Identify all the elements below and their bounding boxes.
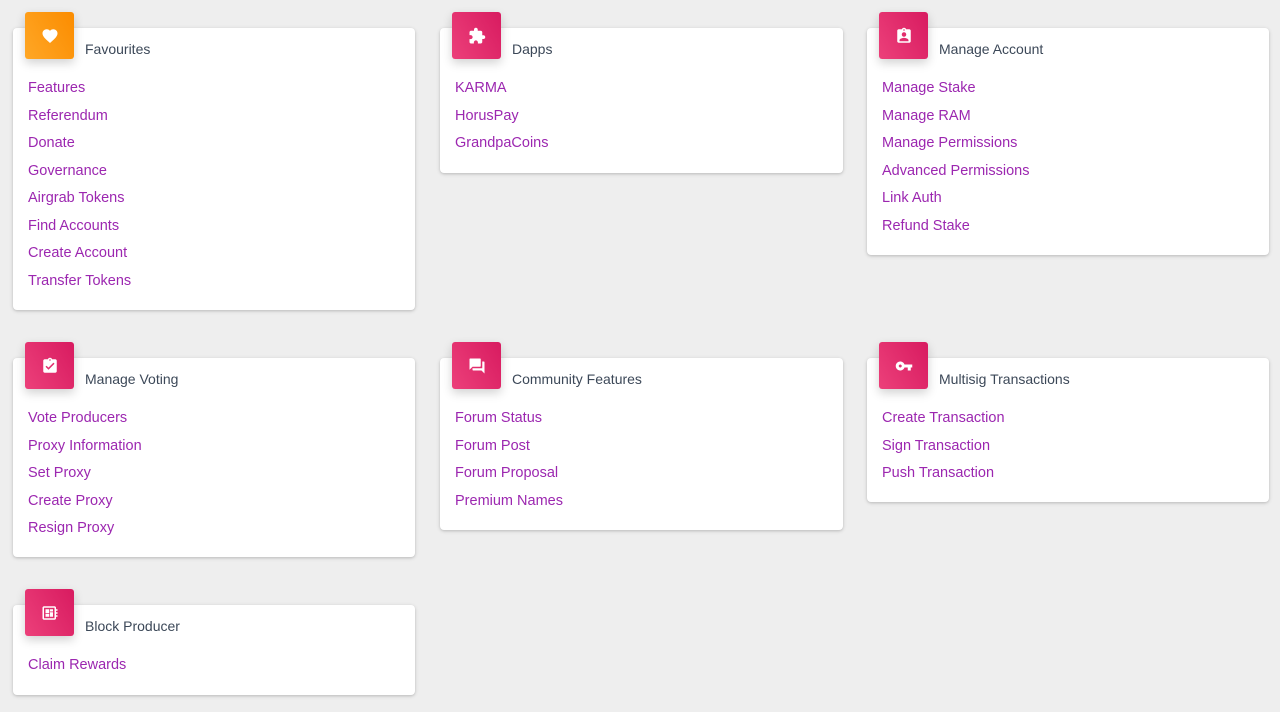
key-icon [879, 342, 928, 389]
dapps-title: Dapps [512, 41, 553, 57]
puzzle-icon [452, 12, 501, 59]
heart-icon [25, 12, 74, 59]
link-set-proxy[interactable]: Set Proxy [28, 464, 142, 492]
favourites-card: Favourites Features Referendum Donate Go… [13, 12, 415, 310]
link-karma[interactable]: KARMA [455, 79, 549, 107]
link-vote-producers[interactable]: Vote Producers [28, 409, 142, 437]
link-governance[interactable]: Governance [28, 162, 131, 190]
manage-voting-links: Vote Producers Proxy Information Set Pro… [28, 409, 142, 547]
link-forum-status[interactable]: Forum Status [455, 409, 563, 437]
link-referendum[interactable]: Referendum [28, 107, 131, 135]
link-manage-ram[interactable]: Manage RAM [882, 107, 1030, 135]
link-manage-stake[interactable]: Manage Stake [882, 79, 1030, 107]
link-resign-proxy[interactable]: Resign Proxy [28, 519, 142, 547]
link-forum-post[interactable]: Forum Post [455, 437, 563, 465]
link-refund-stake[interactable]: Refund Stake [882, 217, 1030, 245]
link-claim-rewards[interactable]: Claim Rewards [28, 656, 126, 684]
link-link-auth[interactable]: Link Auth [882, 189, 1030, 217]
manage-account-card: Manage Account Manage Stake Manage RAM M… [867, 12, 1269, 255]
community-features-title: Community Features [512, 371, 642, 387]
manage-account-links: Manage Stake Manage RAM Manage Permissio… [882, 79, 1030, 244]
link-airgrab-tokens[interactable]: Airgrab Tokens [28, 189, 131, 217]
link-create-proxy[interactable]: Create Proxy [28, 492, 142, 520]
clipboard-check-icon [25, 342, 74, 389]
forum-icon [452, 342, 501, 389]
link-find-accounts[interactable]: Find Accounts [28, 217, 131, 245]
link-transfer-tokens[interactable]: Transfer Tokens [28, 272, 131, 300]
favourites-links: Features Referendum Donate Governance Ai… [28, 79, 131, 299]
link-donate[interactable]: Donate [28, 134, 131, 162]
developer-board-icon [25, 589, 74, 636]
block-producer-title: Block Producer [85, 618, 180, 634]
link-forum-proposal[interactable]: Forum Proposal [455, 464, 563, 492]
favourites-title: Favourites [85, 41, 151, 57]
multisig-transactions-card: Multisig Transactions Create Transaction… [867, 342, 1269, 502]
link-manage-permissions[interactable]: Manage Permissions [882, 134, 1030, 162]
link-create-account[interactable]: Create Account [28, 244, 131, 272]
manage-account-title: Manage Account [939, 41, 1044, 57]
link-sign-transaction[interactable]: Sign Transaction [882, 437, 1005, 465]
community-features-links: Forum Status Forum Post Forum Proposal P… [455, 409, 563, 519]
block-producer-links: Claim Rewards [28, 656, 126, 684]
link-advanced-permissions[interactable]: Advanced Permissions [882, 162, 1030, 190]
dapps-links: KARMA HorusPay GrandpaCoins [455, 79, 549, 162]
link-push-transaction[interactable]: Push Transaction [882, 464, 1005, 492]
link-horuspay[interactable]: HorusPay [455, 107, 549, 135]
multisig-transactions-links: Create Transaction Sign Transaction Push… [882, 409, 1005, 492]
block-producer-card: Block Producer Claim Rewards [13, 589, 415, 695]
link-grandpacoins[interactable]: GrandpaCoins [455, 134, 549, 162]
link-features[interactable]: Features [28, 79, 131, 107]
dapps-card: Dapps KARMA HorusPay GrandpaCoins [440, 12, 843, 173]
link-premium-names[interactable]: Premium Names [455, 492, 563, 520]
account-box-icon [879, 12, 928, 59]
manage-voting-card: Manage Voting Vote Producers Proxy Infor… [13, 342, 415, 557]
link-create-transaction[interactable]: Create Transaction [882, 409, 1005, 437]
manage-voting-title: Manage Voting [85, 371, 179, 387]
community-features-card: Community Features Forum Status Forum Po… [440, 342, 843, 530]
multisig-transactions-title: Multisig Transactions [939, 371, 1070, 387]
link-proxy-information[interactable]: Proxy Information [28, 437, 142, 465]
